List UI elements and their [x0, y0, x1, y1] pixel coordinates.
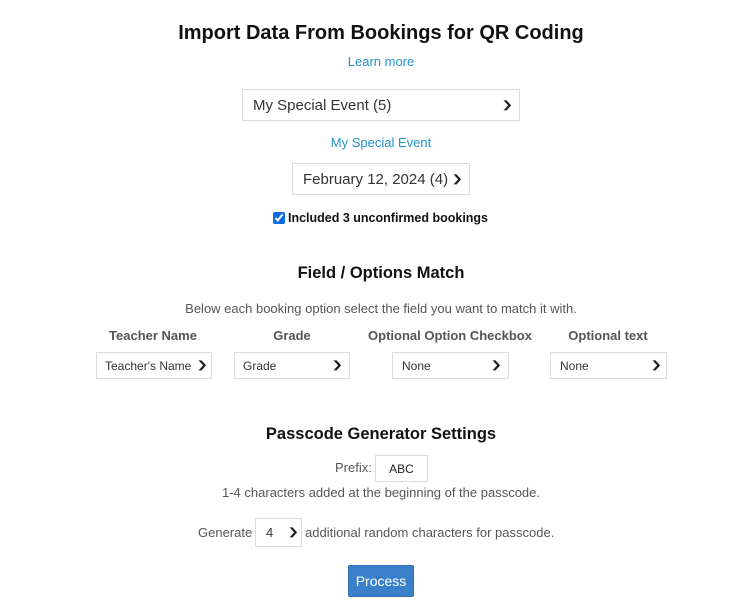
chevron-down-icon: ❯: [330, 360, 343, 371]
select-value: 4: [266, 525, 274, 540]
unconfirmed-row: Included 3 unconfirmed bookings: [273, 211, 488, 225]
teacher-name-select[interactable]: Teacher's Name ❯: [96, 352, 212, 379]
chevron-down-icon: ❯: [286, 527, 299, 538]
chevron-down-icon: ❯: [450, 173, 463, 185]
event-link-label[interactable]: My Special Event: [331, 135, 431, 150]
event-link[interactable]: My Special Event: [0, 135, 747, 150]
date-select[interactable]: February 12, 2024 (4) ❯: [292, 163, 470, 195]
generate-label: Generate: [198, 525, 253, 540]
unconfirmed-label: Included 3 unconfirmed bookings: [288, 211, 489, 225]
process-button-label: Process: [355, 573, 407, 589]
chevron-down-icon: ❯: [649, 360, 662, 371]
column-header-grade: Grade: [273, 328, 311, 343]
select-value: None: [402, 358, 431, 373]
learn-more-link[interactable]: Learn more: [0, 54, 747, 69]
column-header-teacher-name: Teacher Name: [109, 328, 197, 343]
process-button[interactable]: Process: [348, 565, 414, 597]
chevron-down-icon: ❯: [195, 360, 208, 371]
generate-count-select[interactable]: 4 ❯: [255, 518, 302, 547]
select-value: Grade: [243, 358, 277, 373]
grade-select[interactable]: Grade ❯: [234, 352, 350, 379]
prefix-input[interactable]: [375, 455, 428, 482]
field-match-description: Below each booking option select the fie…: [185, 301, 577, 316]
chevron-down-icon: ❯: [489, 360, 502, 371]
prefix-label: Prefix:: [335, 460, 372, 475]
date-select-value: February 12, 2024 (4): [303, 170, 449, 188]
passcode-title: Passcode Generator Settings: [265, 425, 497, 443]
field-match-title: Field / Options Match: [297, 264, 465, 282]
select-value: None: [560, 358, 589, 373]
column-header-optional-checkbox: Optional Option Checkbox: [368, 328, 532, 343]
chevron-down-icon: ❯: [500, 99, 513, 111]
learn-more-label[interactable]: Learn more: [348, 54, 414, 69]
generate-suffix: additional random characters for passcod…: [305, 525, 555, 540]
select-value: Teacher's Name: [105, 358, 192, 373]
optional-checkbox-select[interactable]: None ❯: [392, 352, 509, 379]
column-header-optional-text: Optional text: [568, 328, 648, 343]
optional-text-select[interactable]: None ❯: [550, 352, 667, 379]
unconfirmed-checkbox[interactable]: [273, 212, 285, 224]
page-title: Import Data From Bookings for QR Coding: [178, 22, 584, 44]
event-select-value: My Special Event (5): [253, 96, 392, 114]
event-select[interactable]: My Special Event (5) ❯: [242, 89, 520, 121]
prefix-hint: 1-4 characters added at the beginning of…: [222, 485, 540, 500]
